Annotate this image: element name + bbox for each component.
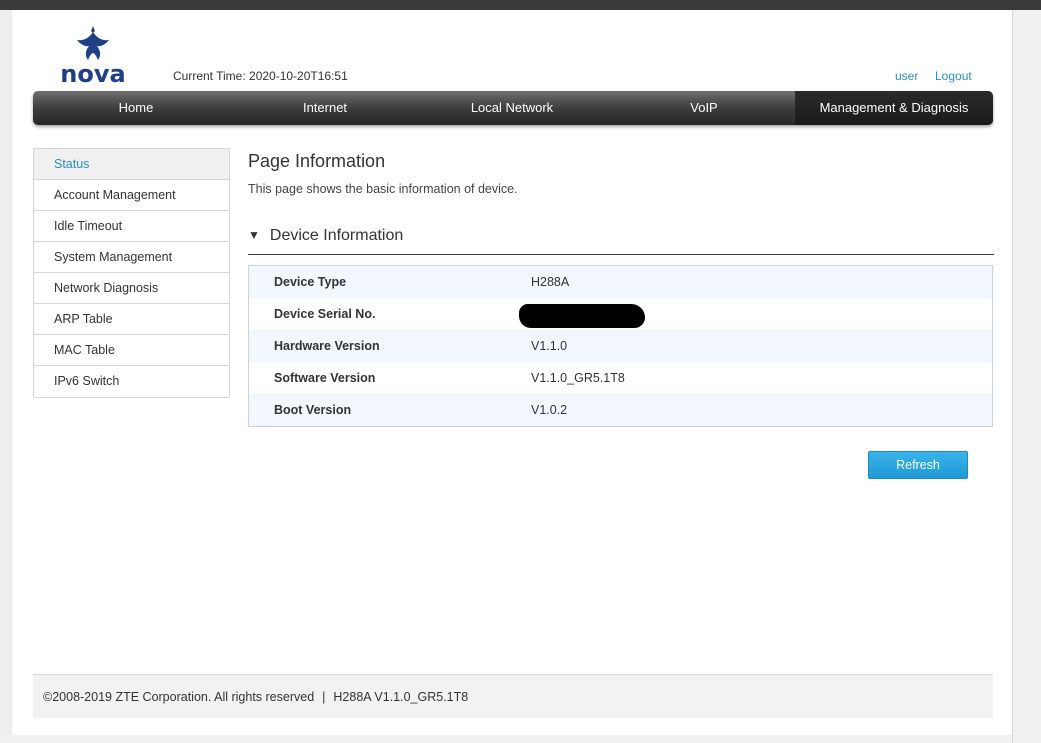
row-value-boot-version: V1.0.2 <box>531 403 568 417</box>
section-title: Device Information <box>269 227 404 244</box>
collapse-triangle-icon[interactable]: ▼ <box>248 228 260 242</box>
current-time: Current Time: 2020-10-20T16:51 <box>173 69 348 83</box>
sidebar-item-arp-table[interactable]: ARP Table <box>34 304 229 335</box>
user-link[interactable]: user <box>895 69 918 83</box>
table-row: Software Version V1.1.0_GR5.1T8 <box>249 362 992 394</box>
row-label-software-version: Software Version <box>274 371 376 385</box>
bottom-edge <box>0 735 1012 743</box>
redaction-mark <box>519 304 645 328</box>
footer-version: H288A V1.1.0_GR5.1T8 <box>333 690 469 704</box>
logo-text: nova <box>60 60 126 88</box>
nav-internet[interactable]: Internet <box>239 91 411 125</box>
logout-link[interactable]: Logout <box>935 69 972 83</box>
sidebar-item-account-management[interactable]: Account Management <box>34 180 229 211</box>
row-value-device-type: H288A <box>531 275 570 289</box>
window-top-bar <box>0 0 1041 10</box>
refresh-button[interactable]: Refresh <box>868 451 968 479</box>
sidebar-item-ipv6-switch[interactable]: IPv6 Switch <box>34 366 229 397</box>
main-nav: Home Internet Local Network VoIP Managem… <box>33 91 993 125</box>
row-value-hardware-version: V1.1.0 <box>531 339 568 353</box>
footer-separator: | <box>322 690 326 704</box>
row-label-device-type: Device Type <box>274 275 347 289</box>
nav-voip[interactable]: VoIP <box>613 91 795 125</box>
sidebar: Status Account Management Idle Timeout S… <box>33 148 230 398</box>
footer: ©2008-2019 ZTE Corporation. All rights r… <box>33 674 993 718</box>
table-row: Hardware Version V1.1.0 <box>249 330 992 362</box>
table-row: Device Serial No. <box>249 298 992 330</box>
sidebar-item-mac-table[interactable]: MAC Table <box>34 335 229 366</box>
nova-emblem-icon <box>77 26 109 60</box>
row-label-hardware-version: Hardware Version <box>274 339 380 353</box>
table-row: Boot Version V1.0.2 <box>249 394 992 426</box>
nav-home[interactable]: Home <box>33 91 239 125</box>
sidebar-item-idle-timeout[interactable]: Idle Timeout <box>34 211 229 242</box>
sidebar-item-system-management[interactable]: System Management <box>34 242 229 273</box>
row-value-software-version: V1.1.0_GR5.1T8 <box>531 371 625 385</box>
table-row: Device Type H288A <box>249 266 992 298</box>
page-description: This page shows the basic information of… <box>248 182 518 196</box>
page-title: Page Information <box>248 151 386 171</box>
nav-local-network[interactable]: Local Network <box>411 91 613 125</box>
device-info-table: Device Type H288A Device Serial No. Hard… <box>248 265 993 427</box>
section-divider <box>248 254 994 255</box>
sidebar-item-network-diagnosis[interactable]: Network Diagnosis <box>34 273 229 304</box>
nova-logo[interactable]: nova <box>58 26 128 88</box>
row-label-serial-no: Device Serial No. <box>274 307 376 321</box>
nav-management-diagnosis[interactable]: Management & Diagnosis <box>795 91 993 125</box>
sidebar-item-status[interactable]: Status <box>34 149 229 180</box>
page-container: nova Current Time: 2020-10-20T16:51 user… <box>12 10 1012 735</box>
footer-copyright: ©2008-2019 ZTE Corporation. All rights r… <box>43 690 315 704</box>
scrollbar-track[interactable] <box>1012 10 1041 743</box>
section-header-device-information[interactable]: ▼ Device Information <box>248 227 403 245</box>
row-label-boot-version: Boot Version <box>274 403 352 417</box>
